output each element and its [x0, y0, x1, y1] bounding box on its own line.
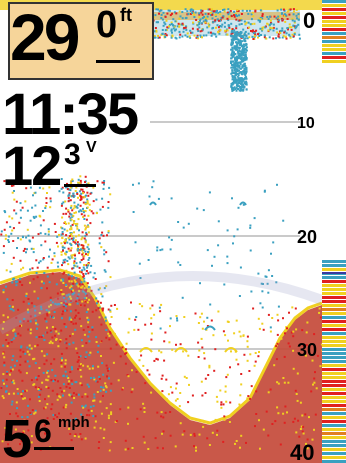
voltage-unit: V — [86, 139, 97, 156]
voltage-decimal-underline — [64, 184, 96, 187]
speed-decimal-underline — [34, 447, 74, 450]
speed-value: 5 — [2, 409, 32, 463]
depth-decimal: 0 — [96, 4, 118, 46]
depth-value: 29 — [10, 0, 80, 74]
voltage-value: 12 — [2, 134, 62, 197]
depth-scale-label-40: 40 — [290, 440, 315, 463]
depth-decimal-underline — [96, 60, 140, 63]
speed-unit: mph — [58, 414, 90, 431]
depth-scale-label-30: 30 — [297, 340, 318, 360]
depth-scale-label-0: 0 — [303, 8, 316, 33]
depth-scale-label-10: 10 — [297, 115, 315, 132]
depth-unit: ft — [120, 5, 132, 25]
color-scale-bar — [322, 0, 346, 463]
speed-decimal: 6 — [34, 413, 52, 449]
sonar-screen: 29 0 ft 11:35 12 3 V 5 6 mph 0 10 20 30 … — [0, 0, 346, 463]
voltage-decimal: 3 — [64, 138, 81, 171]
depth-scale-label-20: 20 — [297, 227, 318, 247]
